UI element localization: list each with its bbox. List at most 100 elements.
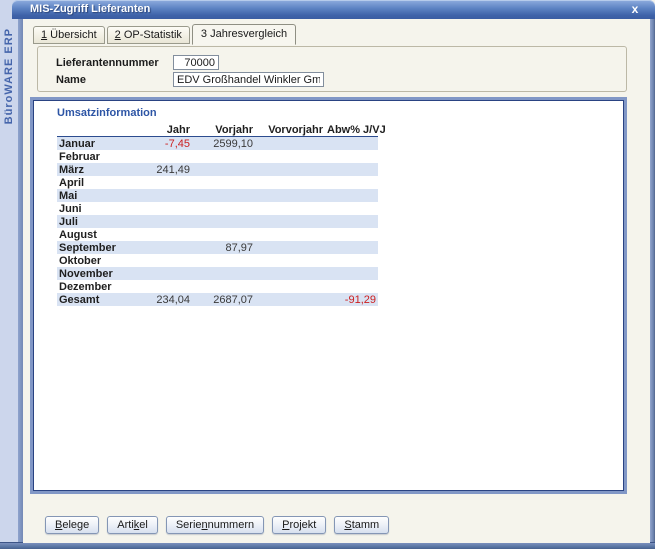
- row-label: Oktober: [57, 254, 137, 267]
- window-titlebar: MIS-Zugriff Lieferanten x: [12, 0, 655, 19]
- row-label: November: [57, 267, 137, 280]
- table-row: Juli: [57, 215, 378, 228]
- row-label: März: [57, 163, 137, 176]
- row-value: [325, 215, 378, 228]
- seriennummern-button[interactable]: Seriennummern: [166, 516, 264, 534]
- section-title: Umsatzinformation: [57, 107, 157, 119]
- row-value: 234,04: [137, 293, 192, 306]
- table-row: Januar-7,452599,10: [57, 137, 378, 151]
- row-value: [192, 163, 255, 176]
- supplier-name-input[interactable]: [173, 72, 324, 87]
- row-value: [255, 202, 325, 215]
- window-border-bottom: [0, 542, 655, 549]
- row-value: [137, 176, 192, 189]
- row-label: Februar: [57, 150, 137, 163]
- row-value: [325, 150, 378, 163]
- row-value: [137, 189, 192, 202]
- row-value: [325, 176, 378, 189]
- row-value: [325, 137, 378, 151]
- row-value: [137, 241, 192, 254]
- table-row: November: [57, 267, 378, 280]
- row-label: Gesamt: [57, 293, 137, 306]
- table-body: Januar-7,452599,10FebruarMärz241,49April…: [57, 137, 378, 307]
- table-row: Mai: [57, 189, 378, 202]
- col-header-vorvorjahr: Vorvorjahr: [255, 123, 325, 137]
- sales-panel: Umsatzinformation JahrVorjahrVorvorjahrA…: [30, 97, 627, 494]
- table-row: August: [57, 228, 378, 241]
- table-row: September 87,97: [57, 241, 378, 254]
- row-label: Juli: [57, 215, 137, 228]
- col-header-abw-j-vj: Abw% J/VJ: [325, 123, 378, 137]
- row-value: [137, 267, 192, 280]
- stamm-button[interactable]: Stamm: [334, 516, 389, 534]
- sales-table: JahrVorjahrVorvorjahrAbw% J/VJ Januar-7,…: [57, 123, 378, 306]
- window-content: 1 Übersicht2 OP-Statistik3 Jahresverglei…: [23, 19, 650, 543]
- row-value: [192, 267, 255, 280]
- row-value: [192, 202, 255, 215]
- row-label: April: [57, 176, 137, 189]
- row-value: [137, 254, 192, 267]
- table-row: Februar: [57, 150, 378, 163]
- tab-1[interactable]: 1 Übersicht: [33, 26, 105, 44]
- row-value: [255, 163, 325, 176]
- row-value: [255, 215, 325, 228]
- projekt-button[interactable]: Projekt: [272, 516, 326, 534]
- row-value: [255, 176, 325, 189]
- row-value: [325, 267, 378, 280]
- supplier-number-label: Lieferantennummer: [56, 57, 173, 69]
- row-label: Dezember: [57, 280, 137, 293]
- row-value: -7,45: [137, 137, 192, 151]
- row-value: [325, 163, 378, 176]
- supplier-number-input[interactable]: [173, 55, 219, 70]
- row-value: [255, 254, 325, 267]
- row-value: 87,97: [192, 241, 255, 254]
- row-value: 2599,10: [192, 137, 255, 151]
- tab-strip: 1 Übersicht2 OP-Statistik3 Jahresverglei…: [33, 24, 298, 44]
- row-value: [255, 267, 325, 280]
- supplier-name-label: Name: [56, 74, 173, 86]
- row-label: August: [57, 228, 137, 241]
- row-value: [255, 280, 325, 293]
- row-value: [192, 176, 255, 189]
- table-row: April: [57, 176, 378, 189]
- tab-3[interactable]: 3 Jahresvergleich: [192, 24, 296, 45]
- table-row: März241,49: [57, 163, 378, 176]
- footer-button-bar: Belege Artikel Seriennummern Projekt Stamm: [45, 516, 389, 534]
- row-value: [325, 228, 378, 241]
- window-border-right: [650, 19, 655, 549]
- row-label: Mai: [57, 189, 137, 202]
- row-value: [137, 215, 192, 228]
- row-value: [192, 254, 255, 267]
- col-header-jahr: Jahr: [137, 123, 192, 137]
- row-value: [192, 228, 255, 241]
- col-header-vorjahr: Vorjahr: [192, 123, 255, 137]
- row-value: [255, 293, 325, 306]
- row-value: 241,49: [137, 163, 192, 176]
- close-icon[interactable]: x: [627, 2, 643, 17]
- row-value: [325, 189, 378, 202]
- row-value: [137, 228, 192, 241]
- window-title: MIS-Zugriff Lieferanten: [30, 3, 150, 15]
- artikel-button[interactable]: Artikel: [107, 516, 158, 534]
- row-value: [325, 280, 378, 293]
- table-header-row: JahrVorjahrVorvorjahrAbw% J/VJ: [57, 123, 378, 137]
- row-value: [137, 280, 192, 293]
- row-value: [137, 202, 192, 215]
- tab-2[interactable]: 2 OP-Statistik: [107, 26, 190, 44]
- table-row: Juni: [57, 202, 378, 215]
- table-row: Gesamt234,042687,07-91,29: [57, 293, 378, 306]
- row-label: September: [57, 241, 137, 254]
- row-value: [192, 150, 255, 163]
- brand-strip: BüroWARE ERP: [0, 0, 18, 549]
- row-value: 2687,07: [192, 293, 255, 306]
- row-label: Januar: [57, 137, 137, 151]
- brand-label: BüroWARE ERP: [3, 28, 15, 124]
- row-value: [255, 228, 325, 241]
- row-value: [255, 241, 325, 254]
- table-row: Oktober: [57, 254, 378, 267]
- belege-button[interactable]: Belege: [45, 516, 99, 534]
- row-value: [192, 189, 255, 202]
- row-value: [255, 150, 325, 163]
- row-value: [255, 137, 325, 151]
- row-value: [192, 215, 255, 228]
